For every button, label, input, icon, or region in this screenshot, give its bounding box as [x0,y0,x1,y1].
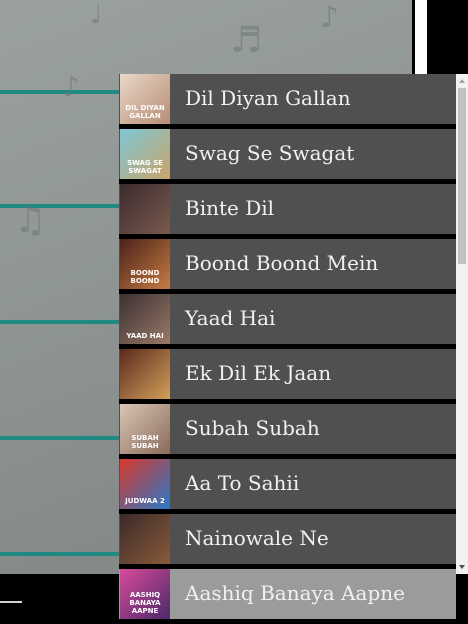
album-art-thumbnail [120,514,170,564]
song-title: Yaad Hai [185,306,276,330]
scrollbar[interactable] [456,74,468,574]
album-art-caption: DIL DIYAN GALLAN [125,104,165,120]
song-title: Subah Subah [185,416,320,440]
album-art-thumbnail: YAAD HAI [120,294,170,344]
album-art-caption: AASHIQ BANAYA AAPNE [129,591,161,615]
song-title: Nainowale Ne [185,526,329,550]
album-art-thumbnail: BOOND BOOND [120,239,170,289]
song-item[interactable]: Ek Dil Ek Jaan [119,349,456,399]
progress-line [0,601,22,603]
album-art-thumbnail [120,349,170,399]
staff-line [0,436,120,440]
song-list[interactable]: DIL DIYAN GALLAN Dil Diyan Gallan SWAG SE … [119,74,456,624]
song-title: Swag Se Swagat [185,141,355,165]
album-art-caption: SWAG SE SWAGAT [127,159,163,175]
scrollbar-thumb[interactable] [458,88,466,264]
album-art-thumbnail: SUBAH SUBAH [120,404,170,454]
song-item[interactable]: Nainowale Ne [119,514,456,564]
song-item[interactable]: BOOND BOOND Boond Boond Mein [119,239,456,289]
album-art-thumbnail [120,184,170,234]
album-art-thumbnail: AASHIQ BANAYA AAPNE [120,569,170,619]
scroll-up-arrow-icon[interactable] [456,74,468,88]
song-item[interactable]: SUBAH SUBAH Subah Subah [119,404,456,454]
song-item[interactable]: YAAD HAI Yaad Hai [119,294,456,344]
album-art-caption: YAAD HAI [126,332,164,340]
music-note-icon: ♫ [14,200,47,241]
song-title: Binte Dil [185,196,275,220]
song-item[interactable]: DIL DIYAN GALLAN Dil Diyan Gallan [119,74,456,124]
album-art-thumbnail: SWAG SE SWAGAT [120,129,170,179]
song-title: Dil Diyan Gallan [185,86,351,110]
album-art-thumbnail: DIL DIYAN GALLAN [120,74,170,124]
album-art-thumbnail: JUDWAA 2 [120,459,170,509]
scroll-down-arrow-icon[interactable] [456,560,468,574]
song-item[interactable]: Binte Dil [119,184,456,234]
staff-line [0,320,120,324]
song-title: Aa To Sahii [185,471,300,495]
song-item[interactable]: AASHIQ BANAYA AAPNE Aashiq Banaya Aapne [119,569,456,619]
song-title: Aashiq Banaya Aapne [185,581,405,605]
window-edge [412,0,468,74]
player-bar [0,574,120,624]
music-note-icon: ♩ [90,0,103,30]
music-note-icon: ♪ [62,70,80,103]
song-item[interactable]: JUDWAA 2 Aa To Sahii [119,459,456,509]
staff-line [0,90,120,94]
music-note-icon: ♪ [320,0,340,35]
album-art-caption: JUDWAA 2 [125,497,165,505]
album-art-caption: SUBAH SUBAH [131,434,159,450]
song-title: Boond Boond Mein [185,251,379,275]
music-note-icon: ♬ [230,20,263,61]
staff-line [0,552,120,556]
album-art-caption: BOOND BOOND [130,269,160,285]
song-title: Ek Dil Ek Jaan [185,361,332,385]
song-item[interactable]: SWAG SE SWAGAT Swag Se Swagat [119,129,456,179]
